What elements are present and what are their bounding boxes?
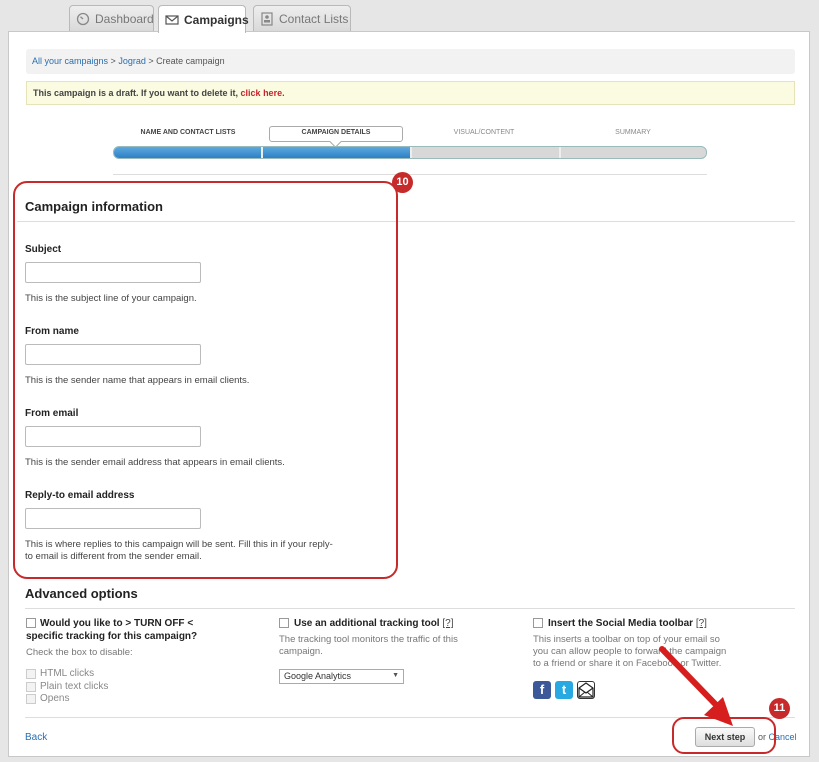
tab-contact-lists[interactable]: Contact Lists: [253, 5, 351, 31]
tab-label: Contact Lists: [279, 11, 349, 26]
annotation-arrow-icon: [659, 646, 733, 726]
main-panel: All your campaigns > Jograd > Create cam…: [8, 31, 810, 757]
tab-dashboard[interactable]: Dashboard: [69, 5, 154, 31]
tab-campaigns[interactable]: Campaigns: [158, 5, 249, 33]
dashboard-icon: [76, 12, 90, 26]
tab-label: Campaigns: [184, 12, 249, 27]
tab-label: Dashboard: [95, 11, 154, 26]
contacts-icon: [260, 11, 274, 26]
envelope-icon: [165, 13, 179, 27]
